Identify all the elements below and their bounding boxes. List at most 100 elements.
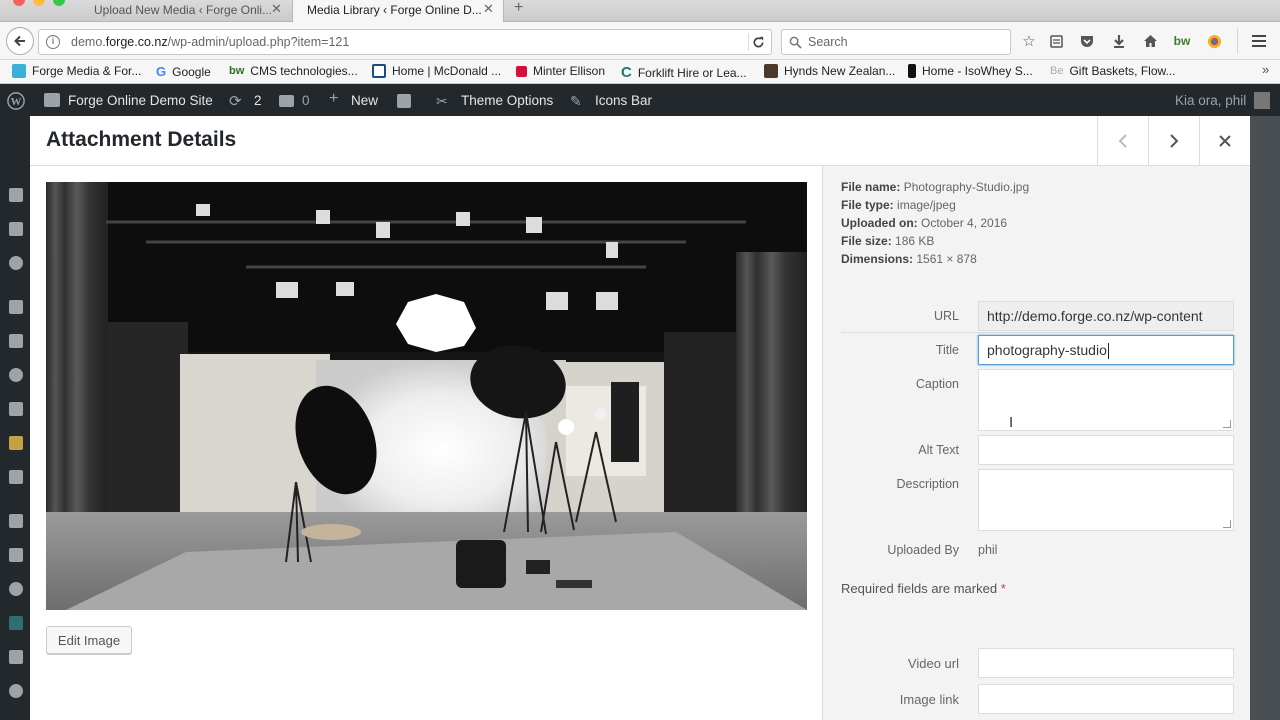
comments-menu-icon[interactable] <box>9 222 23 236</box>
reading-list-icon[interactable] <box>1047 32 1065 50</box>
bookmark-item[interactable]: Hynds New Zealan... <box>764 64 895 78</box>
updates-count[interactable]: 2 <box>254 93 262 108</box>
color-extension-icon[interactable] <box>1205 32 1223 50</box>
toolbar-divider <box>1237 28 1238 54</box>
uploaded-on-info: Uploaded on: October 4, 2016 <box>841 216 1007 230</box>
attachment-details-panel: File name: Photography-Studio.jpg File t… <box>822 166 1250 720</box>
description-field[interactable] <box>978 469 1234 531</box>
modal-title: Attachment Details <box>46 128 237 151</box>
url-bar[interactable]: i demo.forge.co.nz/wp-admin/upload.php?i… <box>38 29 772 55</box>
url-prefix: demo. <box>71 35 106 49</box>
previous-attachment-button[interactable] <box>1097 116 1148 166</box>
bookmark-item[interactable]: Minter Ellison <box>516 64 605 78</box>
url-field[interactable]: http://demo.forge.co.nz/wp-content <box>978 301 1234 331</box>
file-size-label: File size: <box>841 234 892 248</box>
tab-close-icon[interactable]: ✕ <box>271 1 282 17</box>
back-button[interactable] <box>6 27 34 55</box>
new-menu[interactable]: New <box>351 93 378 108</box>
yoast-menu-icon[interactable] <box>9 514 23 528</box>
settings-gear-icon[interactable] <box>9 684 23 698</box>
bw-extension-icon[interactable]: bw <box>1173 32 1191 50</box>
search-placeholder: Search <box>808 35 848 49</box>
menu-hamburger-icon[interactable] <box>1250 32 1268 50</box>
tab-close-icon[interactable]: ✕ <box>483 1 494 17</box>
resize-grip-icon[interactable] <box>1223 520 1231 528</box>
caption-label: Caption <box>915 377 959 391</box>
close-modal-button[interactable] <box>1199 116 1250 166</box>
dimensions-value: 1561 × 878 <box>916 252 977 266</box>
file-name-info: File name: Photography-Studio.jpg <box>841 180 1029 194</box>
appearance-menu-icon[interactable] <box>9 300 23 314</box>
bookmarks-overflow-icon[interactable]: » <box>1262 62 1269 77</box>
avatar[interactable] <box>1254 92 1270 109</box>
file-name-value: Photography-Studio.jpg <box>903 180 1030 194</box>
bookmark-item[interactable]: Be Gift Baskets, Flow... <box>1050 64 1176 78</box>
url-divider <box>748 33 749 51</box>
bookmark-label: Minter Ellison <box>533 64 606 78</box>
site-name[interactable]: Forge Online Demo Site <box>68 93 213 108</box>
media-menu-icon[interactable] <box>9 548 23 562</box>
comments-count[interactable]: 0 <box>302 93 310 108</box>
reload-icon[interactable] <box>752 36 765 49</box>
bookmark-label: Hynds New Zealan... <box>784 64 896 78</box>
tab-upload-new-media[interactable]: Upload New Media ‹ Forge Onli... <box>80 0 292 22</box>
download-icon[interactable] <box>1110 32 1128 50</box>
alt-text-field[interactable] <box>978 435 1234 465</box>
photo-studio-image <box>46 182 807 610</box>
custom-menu-icon[interactable] <box>9 470 23 484</box>
maximize-window-icon[interactable] <box>53 0 65 6</box>
bookmark-item[interactable]: C Forklift Hire or Lea... <box>621 64 747 81</box>
plugins-menu-icon[interactable] <box>9 334 23 348</box>
title-field[interactable]: photography-studio <box>978 335 1234 365</box>
plus-icon: + <box>329 90 339 107</box>
close-icon <box>1219 135 1231 147</box>
bookmark-item[interactable]: Home - IsoWhey S... <box>908 64 1033 78</box>
chevron-left-icon <box>1118 134 1127 148</box>
forms-menu-icon[interactable] <box>9 256 23 270</box>
bookmark-item[interactable]: G Google <box>156 64 211 79</box>
close-window-icon[interactable] <box>13 0 25 6</box>
bookmark-item[interactable]: Forge Media & For... <box>12 64 141 78</box>
new-tab-icon[interactable]: + <box>514 0 523 17</box>
forklift-favicon-icon: C <box>621 64 632 81</box>
extra-menu-icon[interactable] <box>9 616 23 630</box>
collapse-menu-icon[interactable] <box>9 650 23 664</box>
bookmark-item[interactable]: bw CMS technologies... <box>229 64 358 78</box>
tab-media-library[interactable]: Media Library ‹ Forge Online D... <box>292 0 504 22</box>
updates-icon[interactable]: ⟳ <box>229 92 242 110</box>
caption-field[interactable] <box>978 369 1234 431</box>
image-link-field[interactable] <box>978 684 1234 714</box>
isowhey-favicon-icon <box>908 64 916 78</box>
edit-image-button[interactable]: Edit Image <box>46 626 132 654</box>
theme-options-menu[interactable]: Theme Options <box>461 93 553 108</box>
uploaded-by-value: phil <box>978 543 998 557</box>
comments-icon[interactable] <box>279 95 294 107</box>
text-cursor-icon: I <box>1009 414 1014 431</box>
icons-bar-menu[interactable]: Icons Bar <box>595 93 652 108</box>
video-url-label: Video url <box>907 656 959 671</box>
search-box[interactable]: Search <box>781 29 1011 55</box>
users-menu-icon[interactable] <box>9 368 23 382</box>
posts-menu-icon[interactable] <box>9 188 23 202</box>
settings-menu-icon[interactable] <box>9 436 23 450</box>
site-info-icon[interactable]: i <box>46 35 60 49</box>
home-icon[interactable] <box>1141 32 1159 50</box>
next-attachment-button[interactable] <box>1148 116 1199 166</box>
bookmark-item[interactable]: Home | McDonald ... <box>372 64 501 78</box>
bw-favicon-icon: bw <box>229 65 245 77</box>
modal-backdrop <box>1250 116 1280 720</box>
bookmark-star-icon[interactable]: ☆ <box>1020 32 1038 50</box>
gear-menu-icon[interactable] <box>9 582 23 596</box>
pocket-icon[interactable] <box>1078 32 1096 50</box>
image-link-label: Image link <box>899 692 959 707</box>
required-fields-note: Required fields are marked * <box>841 581 1006 596</box>
yoast-icon[interactable] <box>397 94 411 108</box>
wordpress-logo-icon[interactable]: W <box>7 92 25 110</box>
greeting[interactable]: Kia ora, phil <box>1175 93 1246 108</box>
tools-menu-icon[interactable] <box>9 402 23 416</box>
url-text[interactable]: demo.forge.co.nz/wp-admin/upload.php?ite… <box>71 35 349 49</box>
minimize-window-icon[interactable] <box>33 0 45 6</box>
video-url-field[interactable] <box>978 648 1234 678</box>
resize-grip-icon[interactable] <box>1223 420 1231 428</box>
bookmark-label: Forklift Hire or Lea... <box>637 65 747 80</box>
